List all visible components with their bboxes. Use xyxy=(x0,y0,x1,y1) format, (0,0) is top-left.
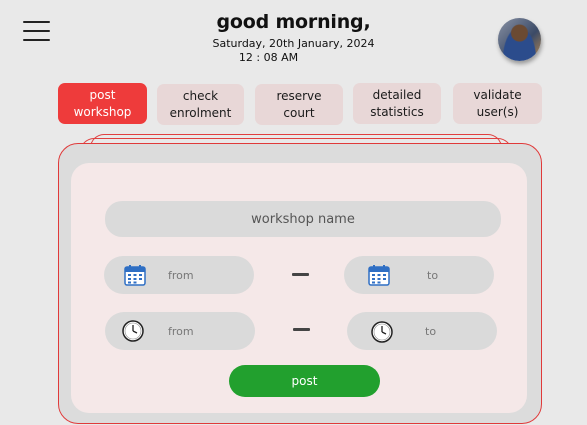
post-button[interactable]: post xyxy=(229,365,380,397)
range-dash xyxy=(292,273,309,276)
time-from-label: from xyxy=(168,324,194,338)
date-from-label: from xyxy=(168,268,194,282)
date-to-input[interactable]: to xyxy=(344,256,494,294)
calendar-icon xyxy=(368,265,390,286)
time-from-input[interactable]: from xyxy=(105,312,255,350)
tab-label: check xyxy=(182,88,219,103)
tab-label: post xyxy=(89,87,116,102)
tab-label: statistics xyxy=(370,104,424,119)
tab-label: workshop xyxy=(73,104,132,119)
tab-label: validate xyxy=(473,87,522,102)
calendar-icon xyxy=(124,265,146,286)
workshop-name-input[interactable] xyxy=(105,201,501,237)
tab-label: reserve xyxy=(276,88,322,103)
tab-label: court xyxy=(283,105,315,120)
range-dash xyxy=(293,328,310,331)
tab-label: enrolment xyxy=(169,105,232,120)
avatar[interactable] xyxy=(498,18,541,61)
tab-check-enrolment[interactable]: check enrolment xyxy=(157,84,244,125)
tab-reserve-court[interactable]: reserve court xyxy=(255,84,343,125)
date-to-label: to xyxy=(427,268,439,282)
clock-icon xyxy=(371,321,393,343)
tab-label: user(s) xyxy=(476,104,519,119)
tab-label: detailed xyxy=(372,87,422,102)
tab-detailed-statistics[interactable]: detailed statistics xyxy=(353,83,441,124)
time-text: 12 : 08 AM xyxy=(238,51,299,64)
clock-icon xyxy=(122,320,144,342)
time-to-input[interactable]: to xyxy=(347,312,497,350)
time-to-label: to xyxy=(425,324,437,338)
date-from-input[interactable]: from xyxy=(104,256,254,294)
tab-post-workshop[interactable]: post workshop xyxy=(58,83,147,124)
tab-validate-users[interactable]: validate user(s) xyxy=(453,83,542,124)
